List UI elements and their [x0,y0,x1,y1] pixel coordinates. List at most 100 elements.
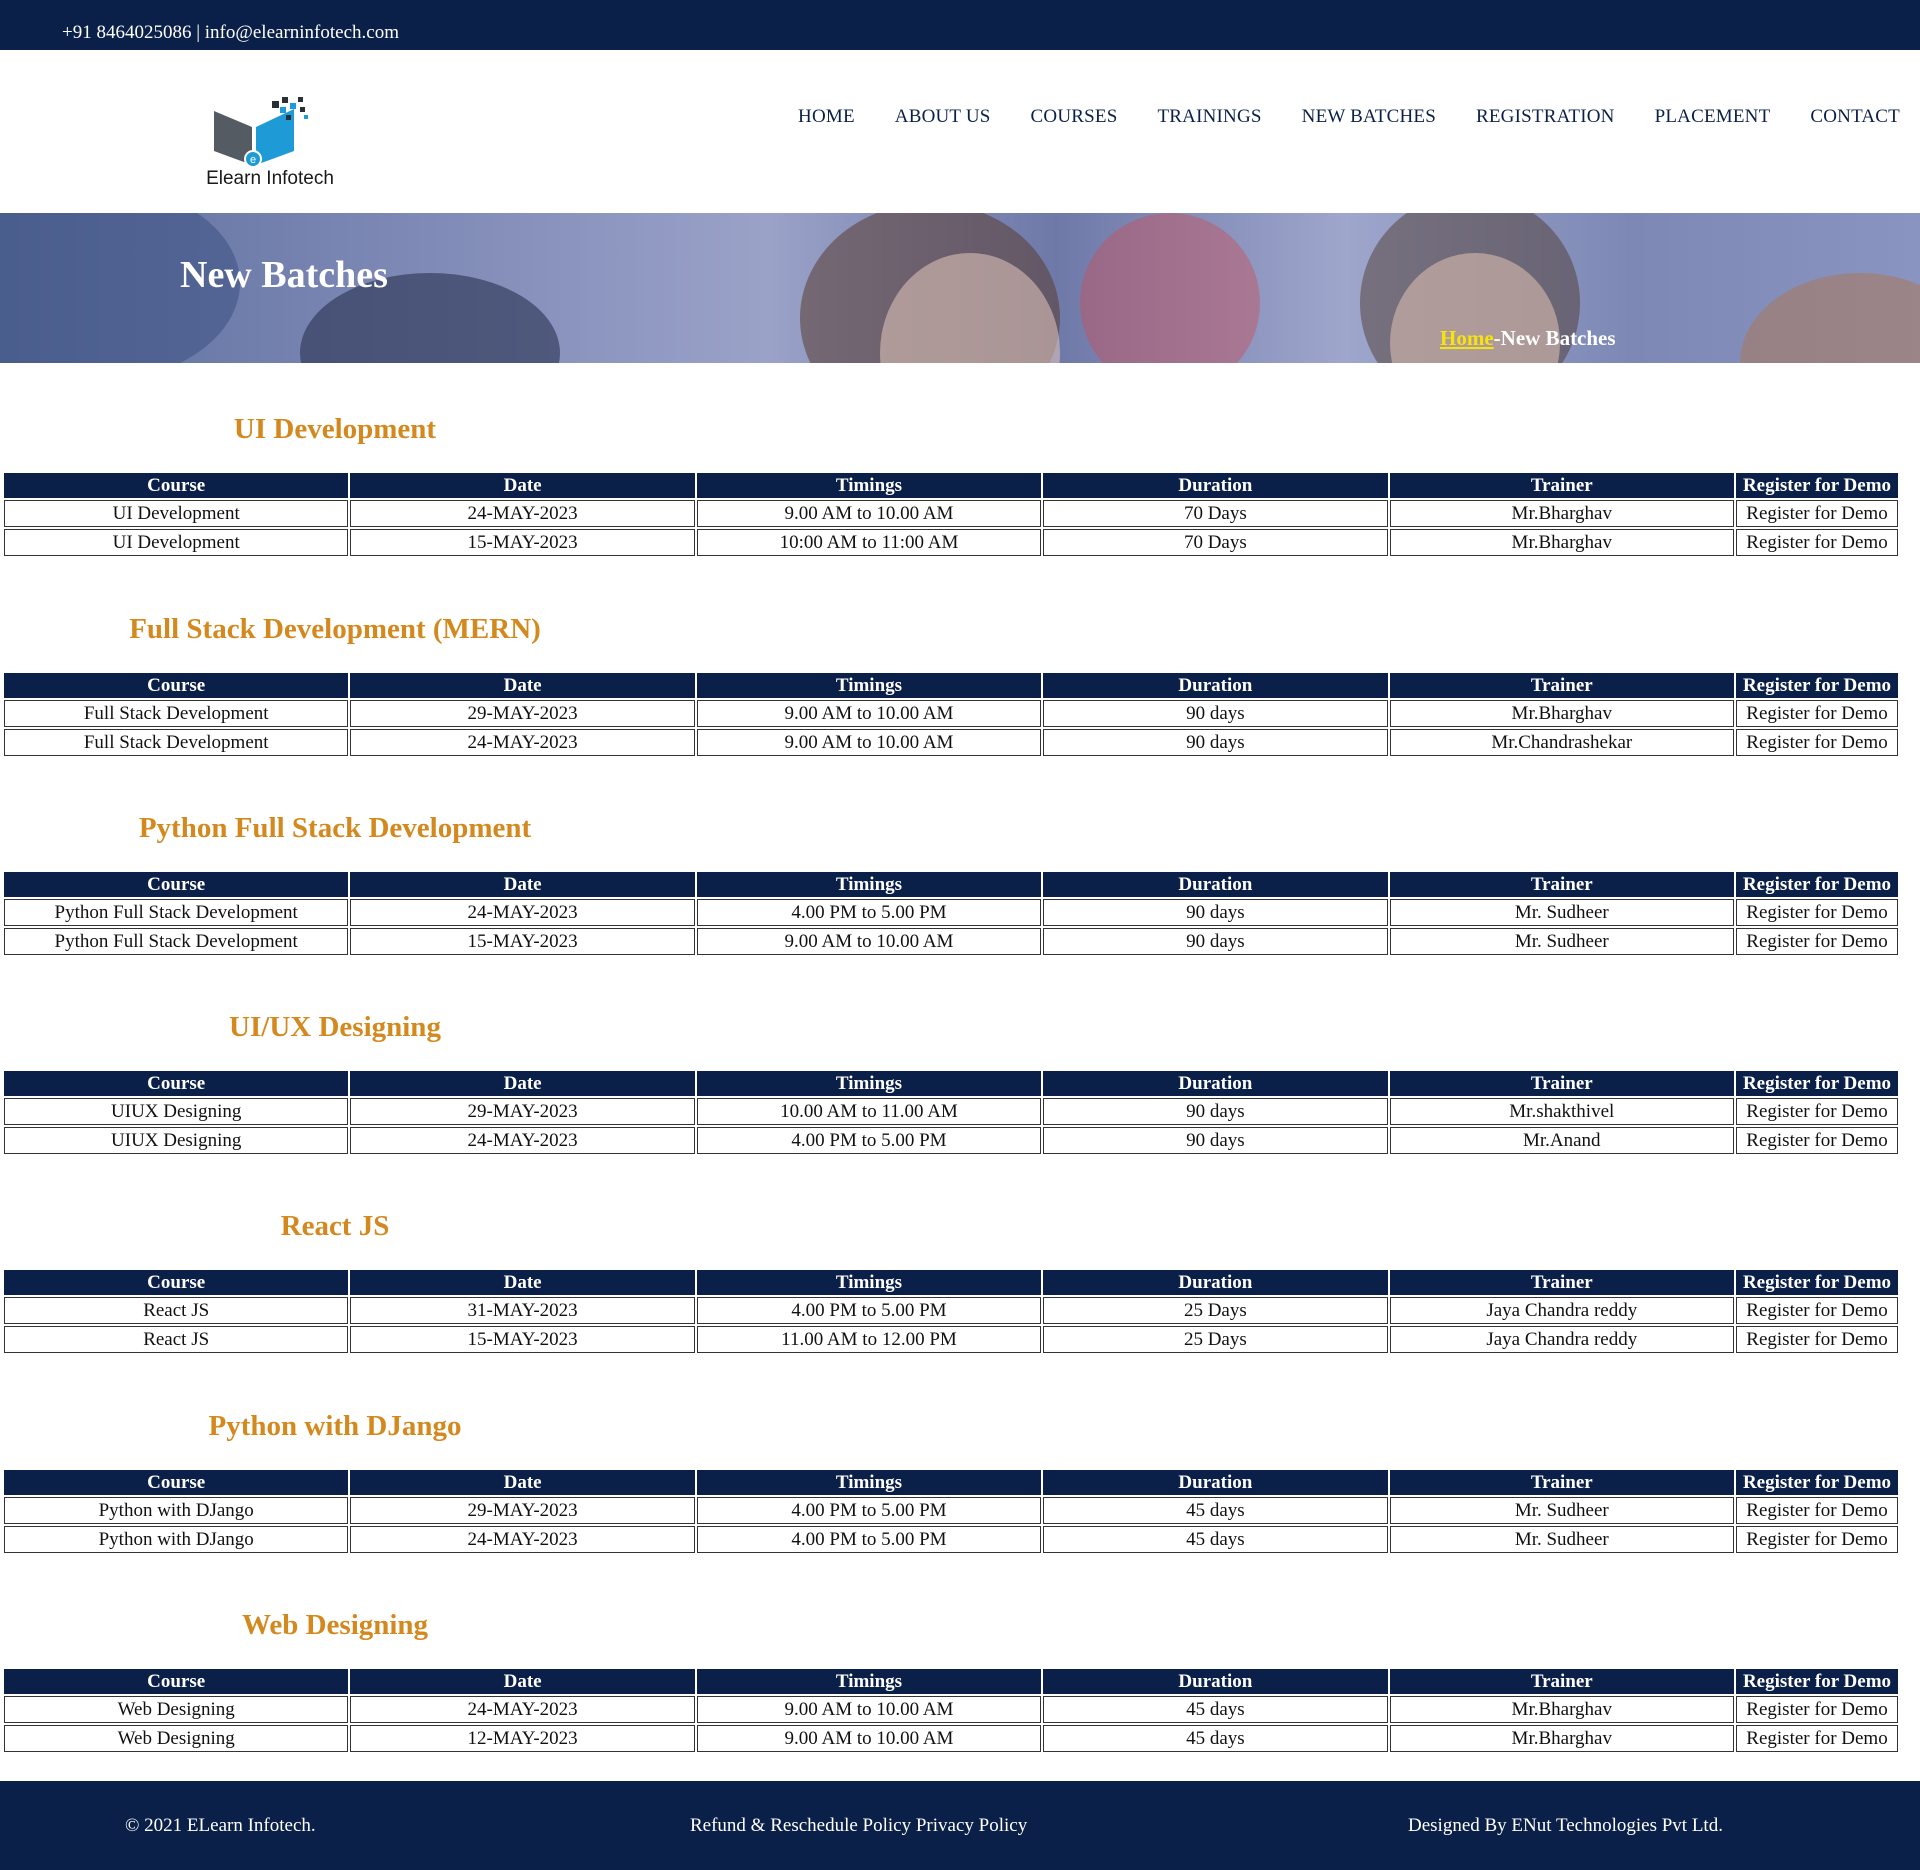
footer-policy-links: Refund & Reschedule Policy Privacy Polic… [690,1815,1027,1837]
table-row: Full Stack Development 29-MAY-2023 9.00 … [4,700,1898,727]
table-row: UI Development 15-MAY-2023 10:00 AM to 1… [4,529,1898,556]
col-header: Duration [1043,473,1388,498]
nav-trainings[interactable]: TRAININGS [1157,106,1261,128]
col-header: Trainer [1389,473,1734,498]
batch-table: Course Date Timings Duration Trainer Reg… [2,471,1900,558]
cell-timings: 10.00 AM to 11.00 AM [696,1098,1042,1125]
nav-about-us[interactable]: ABOUT US [895,106,991,128]
cell-trainer: Mr.Bharghav [1389,500,1734,527]
cell-duration: 90 days [1043,1098,1388,1125]
cell-date: 24-MAY-2023 [350,1526,695,1553]
col-header: Duration [1043,1669,1388,1694]
cell-trainer: Mr.Anand [1389,1127,1734,1154]
col-header: Date [350,1470,695,1495]
cell-timings: 11.00 AM to 12.00 PM [696,1326,1042,1353]
cell-date: 12-MAY-2023 [350,1725,695,1752]
cell-timings: 9.00 AM to 10.00 AM [696,500,1042,527]
col-header: Course [4,1270,349,1295]
cell-date: 24-MAY-2023 [350,899,695,926]
cell-date: 24-MAY-2023 [350,729,695,756]
cell-course: Full Stack Development [4,700,349,727]
cell-duration: 25 Days [1043,1297,1388,1324]
col-header: Register for Demo [1736,1470,1898,1495]
nav-contact[interactable]: CONTACT [1810,106,1900,128]
col-header: Timings [696,1669,1042,1694]
nav-home[interactable]: HOME [798,106,855,128]
register-demo-link[interactable]: Register for Demo [1736,729,1898,756]
nav-placement[interactable]: PLACEMENT [1655,106,1771,128]
batch-table: Course Date Timings Duration Trainer Reg… [2,671,1900,758]
section-title: UI Development [233,413,437,445]
table-header-row: Course Date Timings Duration Trainer Reg… [4,872,1898,897]
cell-timings: 9.00 AM to 10.00 AM [696,700,1042,727]
breadcrumb: Home-New Batches [1440,326,1616,351]
register-demo-link[interactable]: Register for Demo [1736,1098,1898,1125]
cell-trainer: Jaya Chandra reddy [1389,1326,1734,1353]
col-header: Trainer [1389,872,1734,897]
col-header: Register for Demo [1736,1669,1898,1694]
batch-table: Course Date Timings Duration Trainer Reg… [2,1667,1900,1754]
col-header: Register for Demo [1736,1071,1898,1096]
site-logo[interactable]: e Elearn Infotech [200,93,340,197]
page-banner: New Batches Home-New Batches [0,213,1920,363]
cell-course: UIUX Designing [4,1098,349,1125]
register-demo-link[interactable]: Register for Demo [1736,899,1898,926]
cell-course: UIUX Designing [4,1127,349,1154]
nav-registration[interactable]: REGISTRATION [1476,106,1615,128]
col-header: Trainer [1389,1270,1734,1295]
nav-new-batches[interactable]: NEW BATCHES [1302,106,1436,128]
cell-trainer: Mr. Sudheer [1389,899,1734,926]
register-demo-link[interactable]: Register for Demo [1736,1127,1898,1154]
cell-duration: 45 days [1043,1725,1388,1752]
cell-date: 24-MAY-2023 [350,1696,695,1723]
section-title: React JS [280,1210,390,1242]
cell-course: Web Designing [4,1696,349,1723]
table-row: Python with DJango 29-MAY-2023 4.00 PM t… [4,1497,1898,1524]
cell-course: UI Development [4,500,349,527]
breadcrumb-home-link[interactable]: Home [1440,326,1494,350]
register-demo-link[interactable]: Register for Demo [1736,1497,1898,1524]
col-header: Course [4,673,349,698]
logo-text: Elearn Infotech [206,168,334,189]
top-bar: +91 8464025086 | info@elearninfotech.com [0,0,1920,50]
register-demo-link[interactable]: Register for Demo [1736,500,1898,527]
batch-table: Course Date Timings Duration Trainer Reg… [2,1468,1900,1555]
register-demo-link[interactable]: Register for Demo [1736,529,1898,556]
cell-date: 15-MAY-2023 [350,928,695,955]
cell-timings: 9.00 AM to 10.00 AM [696,729,1042,756]
cell-trainer: Mr.Bharghav [1389,529,1734,556]
register-demo-link[interactable]: Register for Demo [1736,928,1898,955]
cell-trainer: Mr. Sudheer [1389,1526,1734,1553]
col-header: Date [350,1071,695,1096]
register-demo-link[interactable]: Register for Demo [1736,1297,1898,1324]
main-nav: HOME ABOUT US COURSES TRAININGS NEW BATC… [798,106,1900,128]
register-demo-link[interactable]: Register for Demo [1736,1526,1898,1553]
col-header: Date [350,673,695,698]
register-demo-link[interactable]: Register for Demo [1736,1725,1898,1752]
cell-trainer: Mr.Bharghav [1389,1696,1734,1723]
register-demo-link[interactable]: Register for Demo [1736,1326,1898,1353]
page-title: New Batches [180,254,388,296]
col-header: Date [350,1669,695,1694]
refund-policy-link[interactable]: Refund & Reschedule Policy [690,1815,911,1836]
col-header: Register for Demo [1736,673,1898,698]
cell-trainer: Mr.Bharghav [1389,700,1734,727]
banner-photo-shape [1080,213,1260,363]
privacy-policy-link[interactable]: Privacy Policy [916,1815,1027,1836]
banner-photo-shape [1740,273,1920,363]
register-demo-link[interactable]: Register for Demo [1736,1696,1898,1723]
col-header: Timings [696,1270,1042,1295]
table-header-row: Course Date Timings Duration Trainer Reg… [4,1669,1898,1694]
cell-timings: 4.00 PM to 5.00 PM [696,899,1042,926]
table-row: Python Full Stack Development 24-MAY-202… [4,899,1898,926]
cell-duration: 90 days [1043,899,1388,926]
register-demo-link[interactable]: Register for Demo [1736,700,1898,727]
table-row: Python with DJango 24-MAY-2023 4.00 PM t… [4,1526,1898,1553]
cell-duration: 45 days [1043,1696,1388,1723]
nav-courses[interactable]: COURSES [1031,106,1118,128]
cell-date: 15-MAY-2023 [350,1326,695,1353]
table-row: UI Development 24-MAY-2023 9.00 AM to 10… [4,500,1898,527]
cell-date: 29-MAY-2023 [350,1497,695,1524]
site-footer: © 2021 ELearn Infotech. Refund & Resched… [0,1781,1920,1870]
logo-icon: e [214,97,308,168]
